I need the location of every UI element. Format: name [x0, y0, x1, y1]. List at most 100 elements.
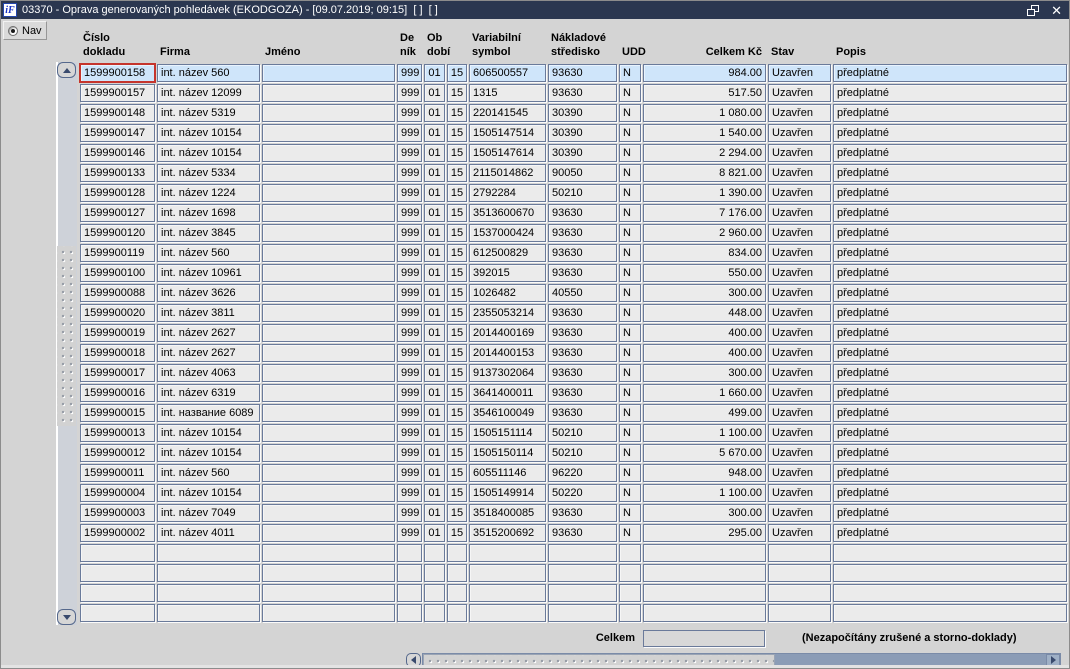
- cell-obdobi[interactable]: 01: [424, 484, 445, 502]
- cell-cislo-dokladu[interactable]: 1599900019: [80, 324, 155, 342]
- cell-cislo-dokladu[interactable]: 1599900158: [79, 63, 156, 83]
- cell-variabilni-symbol[interactable]: [469, 564, 546, 582]
- cell-obdobi[interactable]: [424, 584, 445, 602]
- cell-celkem-kc[interactable]: 448.00: [643, 304, 766, 322]
- cell-cislo-dokladu[interactable]: [80, 564, 155, 582]
- cell-obdobi2[interactable]: 15: [447, 104, 467, 122]
- total-field[interactable]: [643, 630, 765, 647]
- cell-jmeno[interactable]: [262, 204, 395, 222]
- cell-stav[interactable]: Uzavřen: [768, 504, 831, 522]
- cell-udd[interactable]: N: [619, 364, 641, 382]
- cell-variabilni-symbol[interactable]: 605511146: [469, 464, 546, 482]
- cell-udd[interactable]: N: [619, 424, 641, 442]
- cell-popis[interactable]: předplatné: [833, 304, 1067, 322]
- cell-cislo-dokladu[interactable]: 1599900016: [80, 384, 155, 402]
- cell-popis[interactable]: předplatné: [833, 324, 1067, 342]
- cell-nakladove-stredisko[interactable]: 90050: [548, 164, 617, 182]
- cell-obdobi2[interactable]: 15: [447, 364, 467, 382]
- cell-popis[interactable]: předplatné: [833, 344, 1067, 362]
- cell-jmeno[interactable]: [262, 424, 395, 442]
- cell-popis[interactable]: [833, 584, 1067, 602]
- cell-stav[interactable]: Uzavřen: [768, 444, 831, 462]
- cell-cislo-dokladu[interactable]: 1599900157: [80, 84, 155, 102]
- cell-jmeno[interactable]: [262, 144, 395, 162]
- cell-cislo-dokladu[interactable]: 1599900018: [80, 344, 155, 362]
- cell-celkem-kc[interactable]: 499.00: [643, 404, 766, 422]
- cell-obdobi2[interactable]: 15: [447, 484, 467, 502]
- cell-celkem-kc[interactable]: [643, 564, 766, 582]
- cell-celkem-kc[interactable]: 984.00: [643, 64, 766, 82]
- cell-nakladove-stredisko[interactable]: 96220: [548, 464, 617, 482]
- cell-udd[interactable]: N: [619, 144, 641, 162]
- cell-udd[interactable]: N: [619, 124, 641, 142]
- cell-stav[interactable]: Uzavřen: [768, 144, 831, 162]
- cell-cislo-dokladu[interactable]: 1599900148: [80, 104, 155, 122]
- cell-stav[interactable]: Uzavřen: [768, 404, 831, 422]
- cell-jmeno[interactable]: [262, 444, 395, 462]
- cell-udd[interactable]: N: [619, 524, 641, 542]
- cell-obdobi[interactable]: 01: [424, 184, 445, 202]
- cell-denik[interactable]: 999: [397, 344, 422, 362]
- cell-stav[interactable]: Uzavřen: [768, 104, 831, 122]
- cell-nakladove-stredisko[interactable]: 30390: [548, 124, 617, 142]
- cell-jmeno[interactable]: [262, 484, 395, 502]
- cell-udd[interactable]: N: [619, 64, 641, 82]
- cell-stav[interactable]: [768, 564, 831, 582]
- cell-obdobi2[interactable]: 15: [447, 384, 467, 402]
- cell-jmeno[interactable]: [262, 524, 395, 542]
- cell-variabilni-symbol[interactable]: 1505150114: [469, 444, 546, 462]
- cell-celkem-kc[interactable]: 2 294.00: [643, 144, 766, 162]
- cell-denik[interactable]: [397, 564, 422, 582]
- cell-firma[interactable]: int. název 12099: [157, 84, 260, 102]
- cell-firma[interactable]: int. název 3626: [157, 284, 260, 302]
- cell-cislo-dokladu[interactable]: 1599900013: [80, 424, 155, 442]
- cell-obdobi[interactable]: 01: [424, 344, 445, 362]
- cell-udd[interactable]: N: [619, 384, 641, 402]
- cell-celkem-kc[interactable]: 300.00: [643, 364, 766, 382]
- cell-celkem-kc[interactable]: 5 670.00: [643, 444, 766, 462]
- cell-firma[interactable]: int. název 7049: [157, 504, 260, 522]
- cell-cislo-dokladu[interactable]: 1599900100: [80, 264, 155, 282]
- cell-variabilni-symbol[interactable]: 3515200692: [469, 524, 546, 542]
- cell-obdobi2[interactable]: 15: [447, 344, 467, 362]
- cell-celkem-kc[interactable]: 2 960.00: [643, 224, 766, 242]
- cell-celkem-kc[interactable]: [643, 584, 766, 602]
- cell-variabilni-symbol[interactable]: 1505151114: [469, 424, 546, 442]
- cell-jmeno[interactable]: [262, 64, 395, 82]
- cell-popis[interactable]: předplatné: [833, 284, 1067, 302]
- cell-variabilni-symbol[interactable]: 1537000424: [469, 224, 546, 242]
- cell-popis[interactable]: předplatné: [833, 444, 1067, 462]
- cell-firma[interactable]: int. název 10154: [157, 424, 260, 442]
- cell-nakladove-stredisko[interactable]: [548, 604, 617, 622]
- cell-jmeno[interactable]: [262, 324, 395, 342]
- cell-stav[interactable]: Uzavřen: [768, 424, 831, 442]
- cell-jmeno[interactable]: [262, 584, 395, 602]
- cell-denik[interactable]: 999: [397, 504, 422, 522]
- cell-celkem-kc[interactable]: 550.00: [643, 264, 766, 282]
- cell-denik[interactable]: 999: [397, 524, 422, 542]
- cell-celkem-kc[interactable]: [643, 604, 766, 622]
- cell-variabilni-symbol[interactable]: 3518400085: [469, 504, 546, 522]
- cell-firma[interactable]: int. název 1224: [157, 184, 260, 202]
- cell-obdobi2[interactable]: 15: [447, 424, 467, 442]
- cell-obdobi[interactable]: 01: [424, 304, 445, 322]
- cell-obdobi[interactable]: 01: [424, 84, 445, 102]
- cell-obdobi2[interactable]: 15: [447, 304, 467, 322]
- cell-variabilni-symbol[interactable]: 1315: [469, 84, 546, 102]
- cell-variabilni-symbol[interactable]: 3641400011: [469, 384, 546, 402]
- cell-obdobi[interactable]: 01: [424, 124, 445, 142]
- cell-denik[interactable]: 999: [397, 164, 422, 182]
- cell-nakladove-stredisko[interactable]: 30390: [548, 104, 617, 122]
- cell-nakladove-stredisko[interactable]: [548, 564, 617, 582]
- cell-stav[interactable]: Uzavřen: [768, 204, 831, 222]
- cell-udd[interactable]: N: [619, 464, 641, 482]
- cell-celkem-kc[interactable]: [643, 544, 766, 562]
- cell-firma[interactable]: int. název 560: [157, 464, 260, 482]
- cell-celkem-kc[interactable]: 300.00: [643, 284, 766, 302]
- cell-nakladove-stredisko[interactable]: 93630: [548, 224, 617, 242]
- cell-denik[interactable]: 999: [397, 444, 422, 462]
- cell-popis[interactable]: předplatné: [833, 104, 1067, 122]
- cell-obdobi2[interactable]: 15: [447, 204, 467, 222]
- cell-nakladove-stredisko[interactable]: 50210: [548, 184, 617, 202]
- cell-obdobi[interactable]: 01: [424, 224, 445, 242]
